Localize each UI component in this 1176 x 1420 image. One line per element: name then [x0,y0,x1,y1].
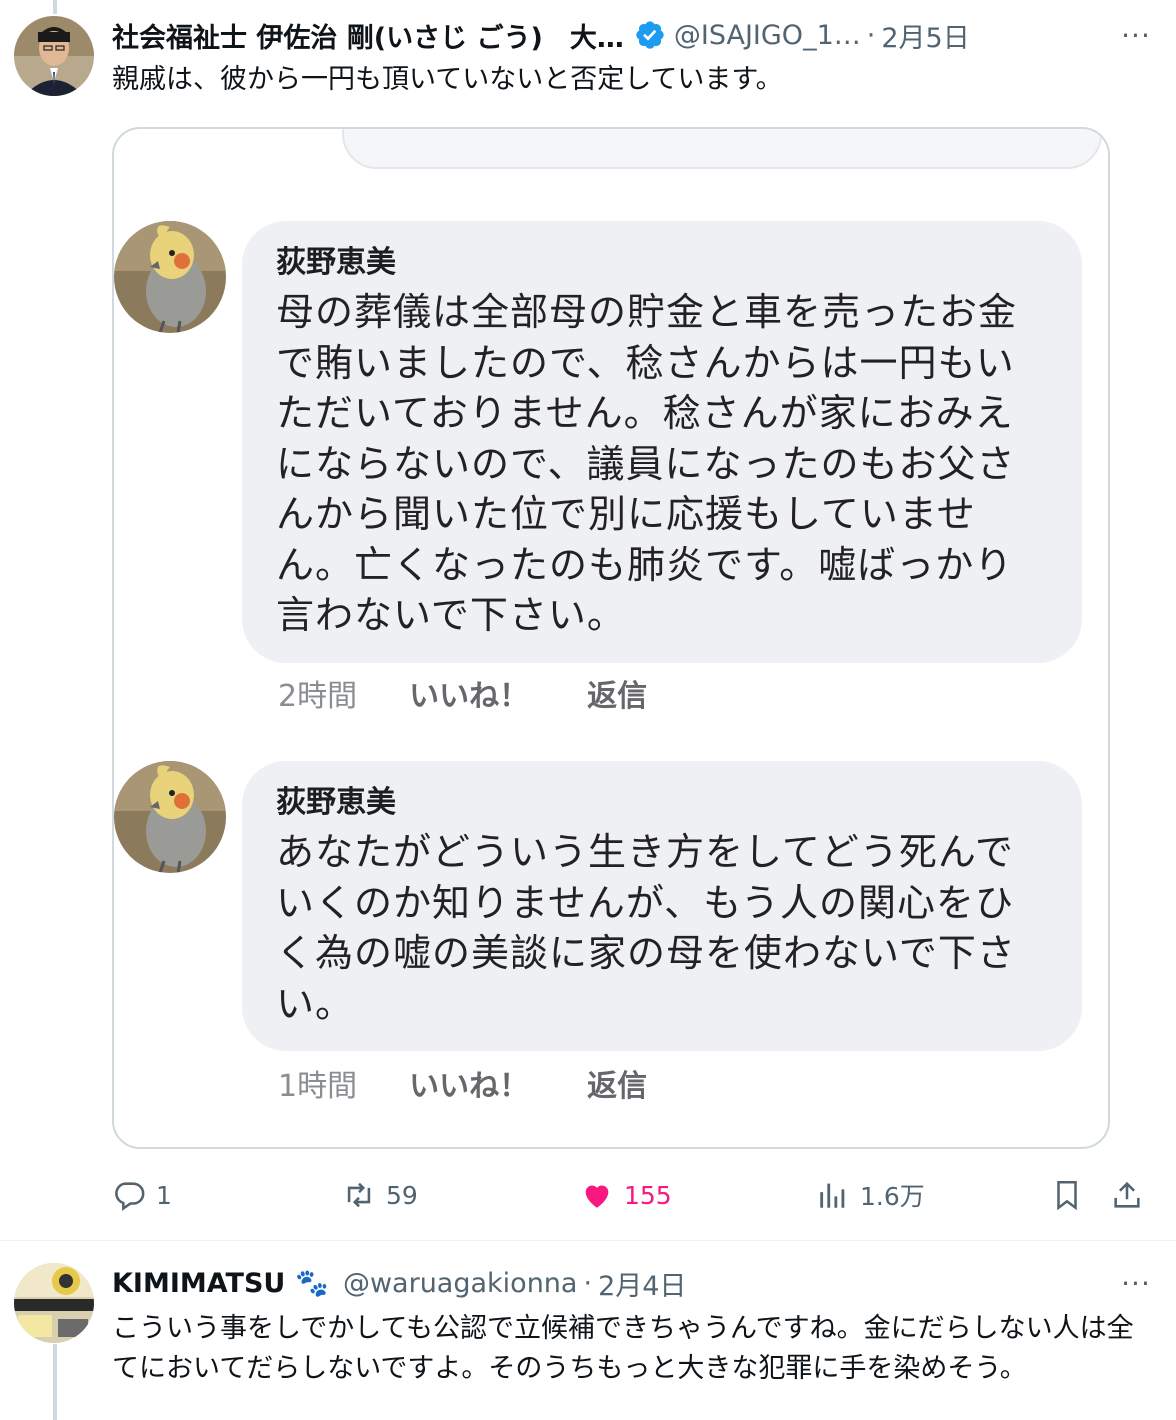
more-options-icon[interactable]: ··· [1114,1263,1158,1303]
reply-button[interactable]: 1 [112,1170,172,1220]
views-button[interactable]: 1.6万 [816,1170,925,1220]
tweet-header: KIMIMATSU 🐾 @waruagakionna · 2月4日 [112,1263,1122,1303]
author-avatar[interactable] [14,16,94,96]
author-handle[interactable]: @ISAJIGO_1… [674,20,861,51]
view-count: 1.6万 [860,1182,925,1211]
analytics-icon [820,1183,845,1208]
tweet-text: 親戚は、彼から一円も頂いていないと否定しています。 [112,64,783,95]
commenter-avatar [114,221,226,333]
commenter-name: 荻野恵美 [276,785,396,820]
heart-filled-icon [585,1185,609,1208]
commenter-name: 荻野恵美 [276,245,396,280]
reply-count: 1 [156,1180,172,1210]
tweet-date[interactable]: 2月4日 [598,1264,686,1303]
retweet-icon [347,1182,371,1208]
author-handle[interactable]: @waruagakionna [343,1268,578,1299]
comment-text: 母の葬儀は全部母の貯金と車を売ったお金で賄いましたので、稔さんからは一円もいただ… [276,290,1018,637]
tweet-main[interactable]: 社会福祉士 伊佐治 剛(いさじ ごう) 大… @ISAJIGO_1… · 2月5… [0,0,1176,1240]
verified-badge-icon [636,21,664,49]
bookmark-icon[interactable] [1050,1178,1084,1212]
tweet-action-bar: 1 59 155 1.6万 [0,1170,1176,1220]
dot-separator: · [866,19,876,51]
author-avatar[interactable] [14,1263,94,1343]
tweet-reply[interactable]: KIMIMATSU 🐾 @waruagakionna · 2月4日 ··· こう… [0,1241,1176,1420]
retweet-button[interactable]: 59 [342,1170,418,1220]
author-display-name[interactable]: KIMIMATSU [112,1268,285,1299]
comment-text: あなたがどういう生き方をしてどう死んでいくのか知りませんが、もう人の関心をひく為… [276,830,1016,1026]
author-display-name[interactable]: 社会福祉士 伊佐治 剛(いさじ ごう) 大… [112,16,624,55]
comment-meta: 1時間 いいね！ 返信 [278,1061,647,1105]
dot-separator: · [583,1267,593,1299]
like-button[interactable]: 155 [580,1170,672,1220]
comment-time: 2時間 [278,679,358,714]
tweet-text: こういう事をしでかしても公認で立候補できちゃうんですね。金にだらしない人は全てに… [112,1313,1134,1384]
comment-like-link: いいね！ [409,1069,530,1104]
comment-like-link: いいね！ [409,679,530,714]
more-options-icon[interactable]: ··· [1114,15,1158,55]
reply-icon [115,1182,145,1211]
comment-reply-link: 返信 [587,1069,648,1104]
tweet-header: 社会福祉士 伊佐治 剛(いさじ ごう) 大… @ISAJIGO_1… · 2月5… [112,15,1122,55]
comment-bubble: 荻野恵美 母の葬儀は全部母の貯金と車を売ったお金で賄いましたので、稔さんからは一… [242,221,1082,663]
attached-image[interactable]: 荻野恵美 母の葬儀は全部母の貯金と車を売ったお金で賄いましたので、稔さんからは一… [112,127,1110,1149]
previous-comment-edge [342,129,1102,169]
share-icon[interactable] [1110,1178,1144,1212]
comment-meta: 2時間 いいね！ 返信 [278,671,647,715]
like-count: 155 [624,1180,672,1210]
commenter-avatar [114,761,226,873]
comment-time: 1時間 [278,1069,358,1104]
comment-reply-link: 返信 [587,679,648,714]
tweet-date[interactable]: 2月5日 [881,16,969,55]
thread-connector-bottom [53,1344,57,1420]
comment-bubble: 荻野恵美 あなたがどういう生き方をしてどう死んでいくのか知りませんが、もう人の関… [242,761,1082,1051]
retweet-count: 59 [386,1180,418,1210]
paw-emoji: 🐾 [295,1268,329,1299]
